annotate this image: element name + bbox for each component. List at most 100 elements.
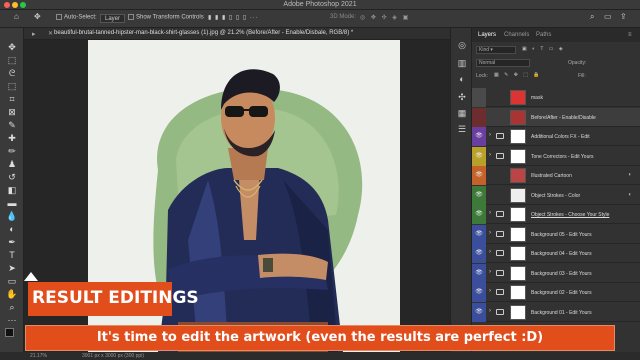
search-icon[interactable]: ⌕ [590, 12, 594, 22]
layer-thumbnail[interactable] [510, 148, 526, 164]
layer-row[interactable]: 👁 › Background 03 - Edit Yours [472, 263, 640, 283]
layer-visibility-eye-icon[interactable]: 👁 [472, 146, 486, 166]
layer-thumbnail[interactable] [510, 109, 526, 125]
swatches-icon[interactable]: ▦ [456, 108, 468, 120]
layer-thumbnail[interactable] [510, 246, 526, 261]
layer-list: mask Before/After - Enable/Disable 👁 › Addit… [472, 88, 640, 352]
type-tool-icon[interactable]: T [6, 250, 18, 261]
layer-visibility-eye-icon[interactable]: 👁 [472, 283, 486, 302]
expand-group-icon[interactable]: › [489, 152, 491, 158]
healing-brush-icon[interactable]: ✚ [6, 133, 18, 144]
layer-row[interactable]: 👁 › Object Strokes - Choose Your Style [472, 205, 640, 225]
artboard-tool-icon[interactable]: ⬚ [6, 55, 18, 66]
layer-row[interactable]: 👁 Object Strokes - Color ◐ [472, 185, 640, 205]
close-doc-icon[interactable]: ✕ [48, 30, 53, 37]
panel-collapse-icon[interactable]: ▸ [32, 30, 36, 38]
layer-row[interactable]: 👁 › Tone Correctors - Edit Yours [472, 146, 640, 166]
layer-row[interactable]: 👁 › Background 05 - Edit Yours [472, 224, 640, 244]
tab-paths[interactable]: Paths [536, 32, 551, 38]
move-tool-icon[interactable]: ✥ [6, 42, 18, 53]
layer-visibility-eye-icon[interactable]: 👁 [472, 244, 486, 263]
expand-group-icon[interactable]: › [489, 132, 491, 138]
filter-icons[interactable]: ▣ ◐ T ▭ ◈ [522, 46, 565, 52]
expand-group-icon[interactable]: › [489, 308, 491, 314]
shape-tool-icon[interactable]: ▭ [6, 276, 18, 287]
libraries-icon[interactable]: ▥ [456, 58, 468, 70]
home-icon[interactable]: ⌂ [14, 12, 19, 21]
gradient-tool-icon[interactable]: ▬ [6, 198, 18, 209]
blend-mode-select[interactable]: Normal [476, 59, 530, 67]
share-icon[interactable]: ⇪ [620, 12, 627, 21]
properties-icon[interactable]: ☰ [456, 124, 468, 136]
zoom-tool-icon[interactable]: ⌕ [6, 302, 18, 313]
more-tools-icon[interactable]: ··· [6, 315, 18, 326]
layer-visibility-eye-icon[interactable]: 👁 [472, 205, 486, 224]
layer-name: Background 04 - Edit Yours [531, 251, 592, 257]
learn-icon[interactable]: ◎ [456, 40, 468, 52]
align-icons[interactable]: ▮ ▮ ▮ ▯ ▯ ▯ ··· [208, 14, 259, 21]
foreground-color-swatch[interactable] [5, 328, 14, 337]
layer-effects-icon[interactable]: ◐ [628, 192, 632, 198]
layer-thumbnail[interactable] [510, 168, 526, 183]
layer-row[interactable]: 👁 › Background 01 - Edit Yours [472, 302, 640, 322]
lasso-tool-icon[interactable]: ᘓ [6, 68, 18, 79]
panel-menu-icon[interactable]: ≡ [628, 32, 632, 38]
expand-group-icon[interactable]: › [489, 230, 491, 236]
pen-tool-icon[interactable]: ✒ [6, 237, 18, 248]
zoom-level[interactable]: 21.17% [30, 353, 47, 359]
expand-group-icon[interactable]: › [489, 249, 491, 255]
layer-row[interactable]: 👁 › Background 02 - Edit Yours [472, 283, 640, 303]
document-tab[interactable]: ▸ ✕ beautiful-brutal-tanned-hipster-man-… [24, 28, 450, 40]
layer-visibility-eye-icon[interactable]: 👁 [472, 166, 486, 185]
auto-select-dropdown[interactable]: Layer [100, 14, 126, 23]
path-select-icon[interactable]: ➤ [6, 263, 18, 274]
layer-thumbnail[interactable] [510, 90, 526, 105]
color-icon[interactable]: ✣ [456, 92, 468, 104]
layer-visibility-eye-icon[interactable]: 👁 [472, 302, 486, 322]
auto-select-checkbox[interactable]: Auto-Select: [56, 14, 97, 21]
brush-tool-icon[interactable]: ✏ [6, 146, 18, 157]
layer-visibility-eye-icon[interactable] [472, 88, 486, 107]
expand-group-icon[interactable]: › [489, 288, 491, 294]
layer-visibility-eye-icon[interactable] [472, 107, 486, 127]
frame-tool-icon[interactable]: ⊠ [6, 107, 18, 118]
workspace-icon[interactable]: ▭ [604, 12, 612, 21]
history-brush-icon[interactable]: ↺ [6, 172, 18, 183]
layer-visibility-eye-icon[interactable]: 👁 [472, 224, 486, 244]
3d-mode-icons[interactable]: ◎ ✥ ✣ ◈ ▣ [360, 14, 410, 21]
crop-tool-icon[interactable]: ⌗ [6, 94, 18, 105]
layer-row[interactable]: 👁 › Additional Colors FX - Edit [472, 127, 640, 147]
lock-icons[interactable]: ▦ ✎ ✥ ⬚ 🔒 [494, 72, 542, 78]
layer-visibility-eye-icon[interactable]: 👁 [472, 185, 486, 205]
object-select-icon[interactable]: ⬚ [6, 81, 18, 92]
layer-row[interactable]: mask [472, 88, 640, 108]
layer-thumbnail[interactable] [510, 265, 526, 281]
move-tool-icon[interactable]: ✥ [34, 12, 41, 21]
layer-thumbnail[interactable] [510, 129, 526, 144]
layer-thumbnail[interactable] [510, 226, 526, 242]
eraser-icon[interactable]: ◧ [6, 185, 18, 196]
layer-row[interactable]: 👁 Illustrated Cartoon ◐ [472, 166, 640, 186]
layer-row[interactable]: 👁 › Background 04 - Edit Yours [472, 244, 640, 264]
expand-group-icon[interactable]: › [489, 210, 491, 216]
dodge-tool-icon[interactable]: ◐ [6, 224, 18, 235]
eyedropper-icon[interactable]: ✎ [6, 120, 18, 131]
filter-kind-select[interactable]: Kind ▾ [476, 46, 516, 54]
layer-thumbnail[interactable] [510, 187, 526, 203]
layer-visibility-eye-icon[interactable]: 👁 [472, 263, 486, 283]
layer-row[interactable]: Before/After - Enable/Disable [472, 107, 640, 127]
tab-layers[interactable]: Layers [478, 32, 496, 38]
layer-thumbnail[interactable] [510, 285, 526, 300]
expand-group-icon[interactable]: › [489, 269, 491, 275]
adjustments-icon[interactable]: ◐ [456, 74, 468, 86]
layer-effects-icon[interactable]: ◐ [628, 172, 632, 178]
clone-stamp-icon[interactable]: ♟ [6, 159, 18, 170]
show-transform-checkbox[interactable]: Show Transform Controls [128, 14, 204, 21]
blur-tool-icon[interactable]: 💧 [6, 211, 18, 222]
layer-thumbnail[interactable] [510, 304, 526, 320]
document-size: 3001 px x 3000 px (300 ppi) [82, 353, 144, 359]
tab-channels[interactable]: Channels [504, 32, 529, 38]
layer-thumbnail[interactable] [510, 207, 526, 222]
hand-tool-icon[interactable]: ✋ [6, 289, 18, 300]
layer-visibility-eye-icon[interactable]: 👁 [472, 127, 486, 146]
